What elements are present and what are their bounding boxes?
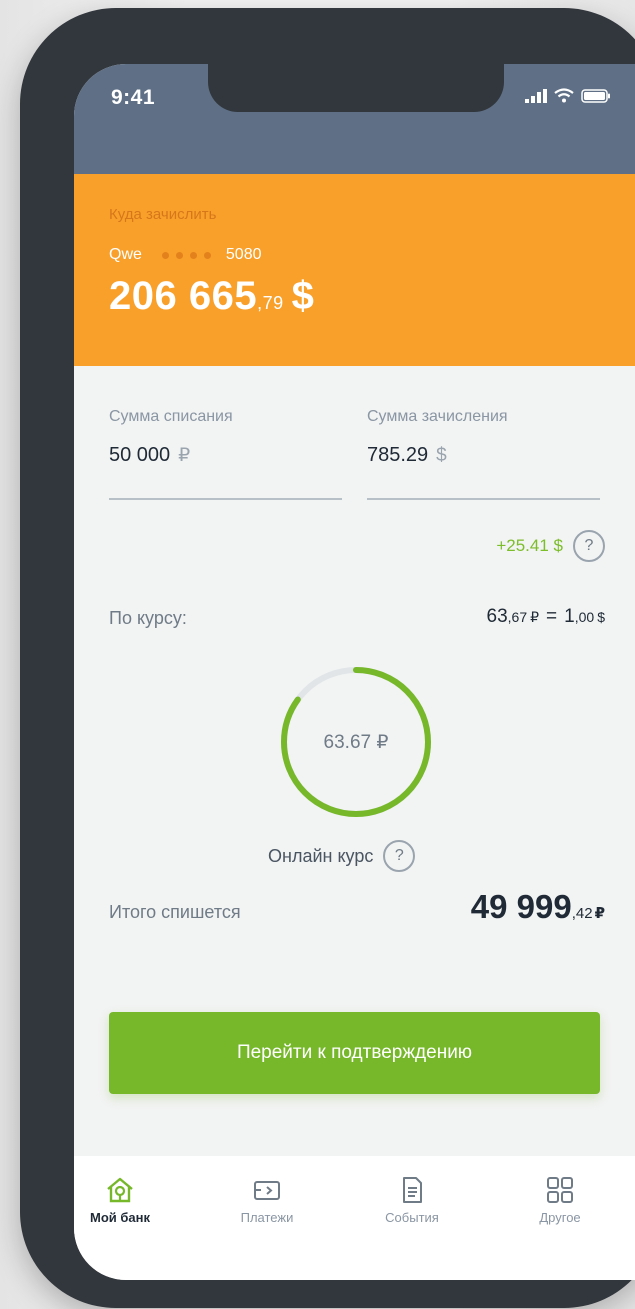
status-bar: 9:41 [74,64,635,174]
battery-icon [581,88,611,103]
wifi-icon [554,88,574,103]
tab-bar: Мой банк Платежи События Другое [74,1156,635,1280]
rate-left-cents: ,67 [507,609,528,625]
online-rate-row: Онлайн курс ? [268,840,416,872]
card-row: Qwe 5080 [109,246,262,264]
phone-frame: 9:41 Куда зачислить Qwe 5080 206 665 ,79… [20,8,635,1308]
tab-my-bank-label: Мой банк [90,1210,150,1225]
grid-icon [545,1176,575,1204]
card-last4: 5080 [225,246,262,263]
bonus-amount: +25.41 $ [496,536,563,555]
balance-whole: 206 665 [109,274,258,318]
balance-currency: $ [291,274,315,318]
rate-right-currency: $ [597,609,605,625]
online-rate-label: Онлайн курс [268,845,374,866]
rate-right-cents: ,00 [574,609,595,625]
stage: 9:41 Куда зачислить Qwe 5080 206 665 ,79… [0,0,635,1309]
total-whole: 49 999 [470,888,572,925]
credit-currency: $ [436,445,447,466]
online-rate-ring: 63.67 ₽ [276,662,436,822]
rate-right-whole: 1 [564,606,575,627]
card-balance: 206 665 ,79 $ [109,274,314,319]
screen: 9:41 Куда зачислить Qwe 5080 206 665 ,79… [74,64,635,1280]
card-name: Qwe [109,246,142,263]
tab-events[interactable]: События [362,1176,462,1225]
credit-label: Сумма зачисления [367,408,508,425]
rate-equals: = [546,606,558,627]
tab-payments[interactable]: Платежи [217,1176,317,1225]
debit-field[interactable]: 50 000 ₽ [109,444,190,467]
bonus-help-icon[interactable]: ? [573,530,605,562]
signal-icon [525,88,547,103]
rate-left-currency: ₽ [530,609,540,625]
document-icon [397,1176,427,1204]
ring-value: 63.67 ₽ [323,731,389,753]
tab-payments-label: Платежи [240,1210,294,1225]
credit-value: 785.29 [367,444,429,466]
status-time: 9:41 [111,86,156,109]
debit-value: 50 000 [109,444,171,466]
tab-my-bank[interactable]: Мой банк [74,1176,170,1225]
online-rate-help-icon[interactable]: ? [383,840,416,872]
debit-label: Сумма списания [109,408,233,425]
payments-icon [252,1176,282,1204]
debit-currency: ₽ [178,445,191,466]
balance-cents: ,79 [257,293,284,313]
debit-underline [109,498,342,500]
rate-label: По курсу: [109,608,187,628]
credit-field[interactable]: 785.29 $ [367,444,447,467]
destination-label: Куда зачислить [109,206,217,223]
tab-other-label: Другое [539,1210,581,1225]
status-icons [525,88,611,103]
bonus-row: +25.41 $ ? [496,530,605,562]
rate-left-whole: 63 [486,606,508,627]
home-icon [105,1176,135,1204]
destination-card[interactable]: Куда зачислить Qwe 5080 206 665 ,79 $ [74,174,635,366]
credit-underline [367,498,600,500]
total-value: 49 999 ,42 ₽ [471,888,605,926]
tab-events-label: События [385,1210,439,1225]
total-cents: ,42 [571,905,593,922]
tab-other[interactable]: Другое [510,1176,610,1225]
total-label: Итого спишется [109,902,241,922]
notch [208,64,504,112]
rate-value: 63 ,67 ₽ = 1 ,00 $ [487,606,605,628]
masked-digits [161,251,211,259]
total-currency: ₽ [594,905,605,922]
confirm-button[interactable]: Перейти к подтверждению [109,1012,600,1094]
